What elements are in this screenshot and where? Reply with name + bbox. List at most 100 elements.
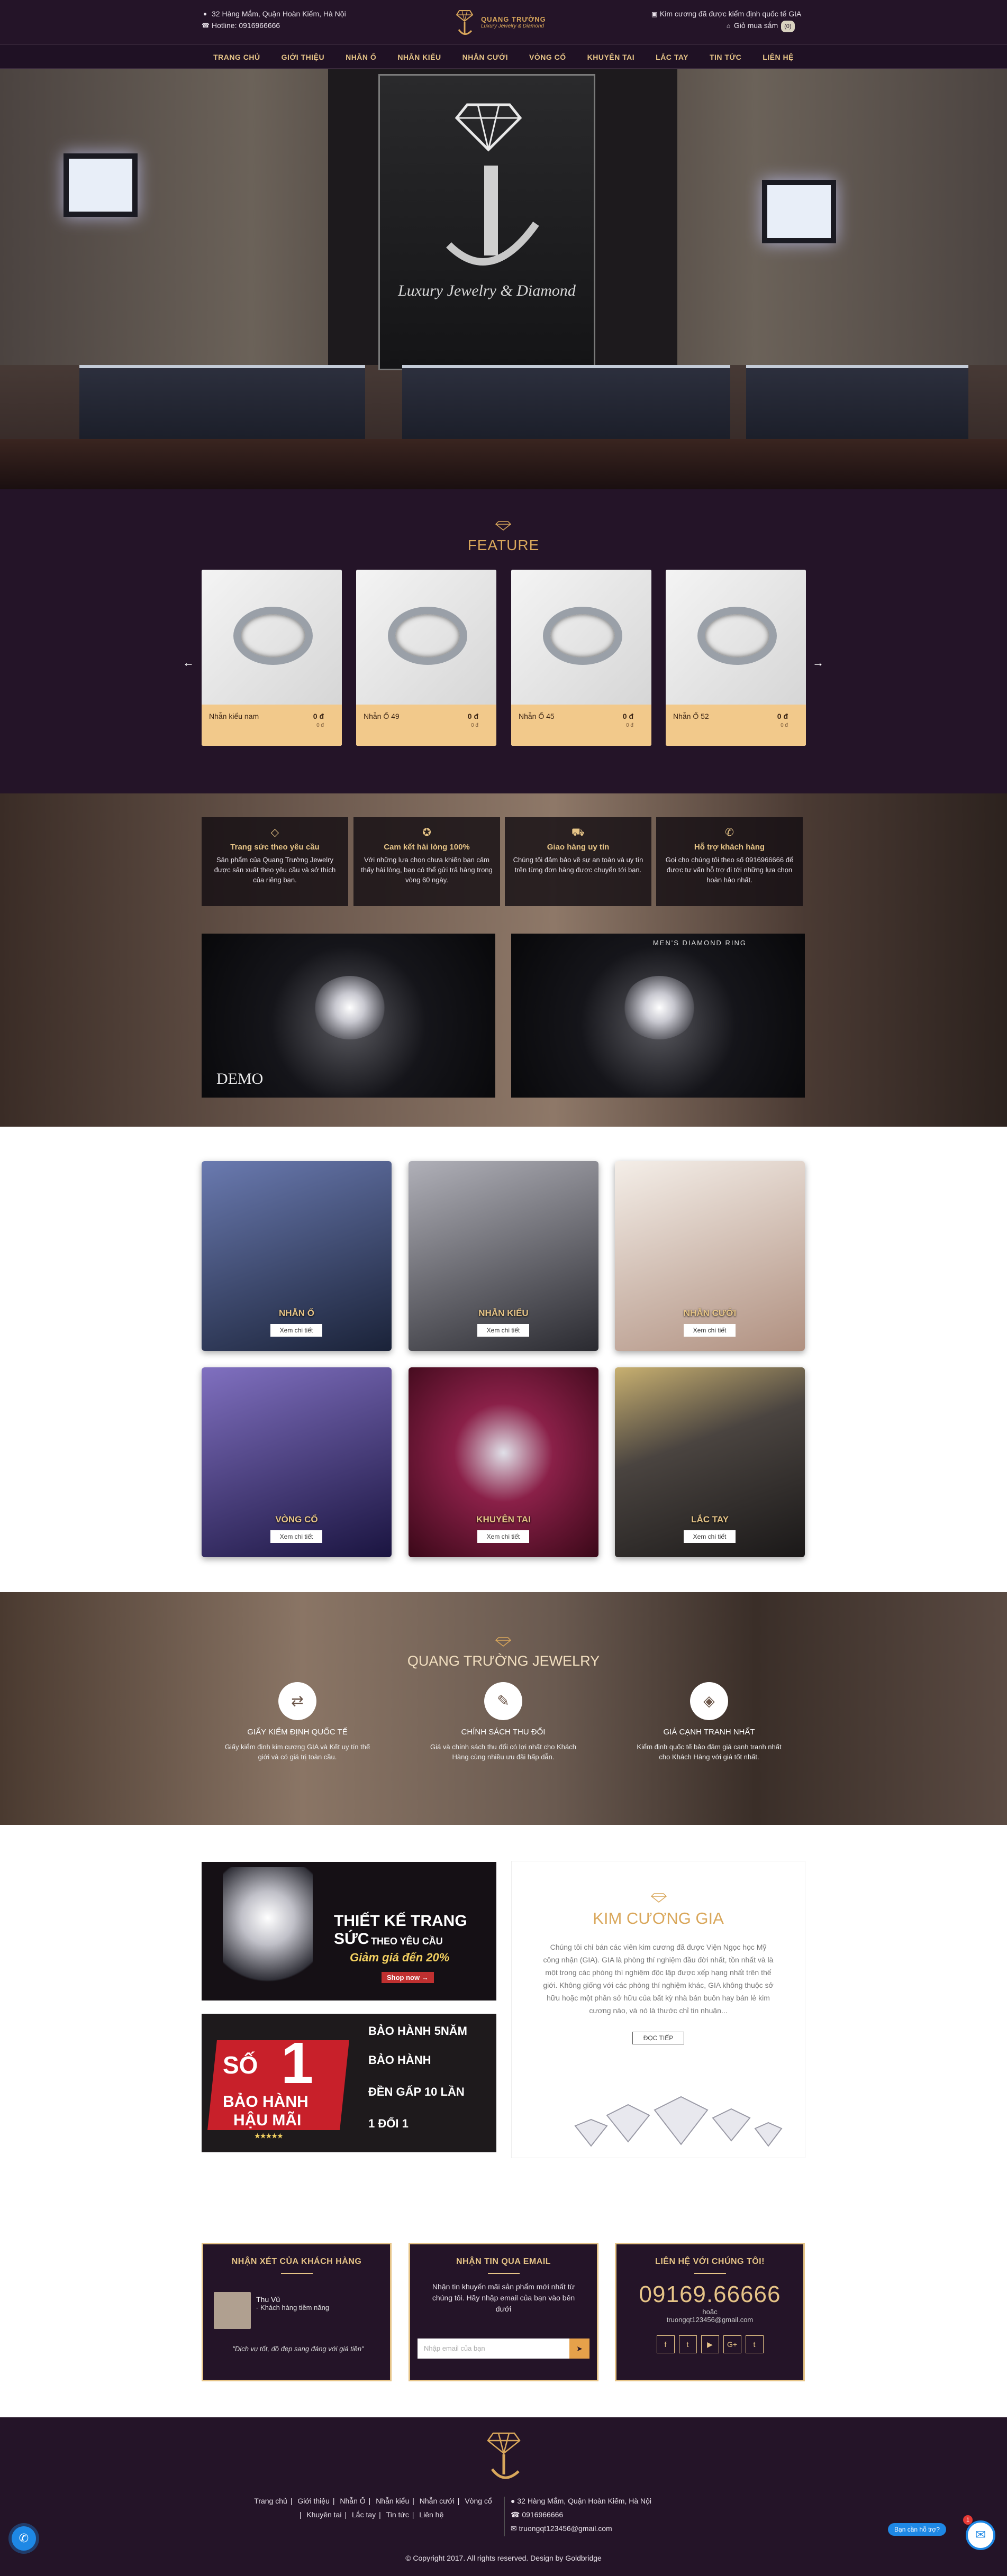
- nav-nhan-o[interactable]: NHẪN Ố: [335, 53, 387, 61]
- nav-nhan-cuoi[interactable]: NHẪN CƯỚI: [452, 53, 519, 61]
- category-name: VÒNG CỔ: [275, 1514, 318, 1524]
- brand-monogram-icon: [446, 166, 539, 266]
- about-feature-desc: Giấy kiểm định kim cương GIA và Kết uy t…: [224, 1743, 370, 1761]
- view-detail-button[interactable]: Xem chi tiết: [270, 1530, 322, 1543]
- footer-link[interactable]: Nhẫn Ố: [340, 2497, 365, 2505]
- read-more-button[interactable]: ĐỌC TIẾP: [632, 2032, 685, 2044]
- nav-nhan-kieu[interactable]: NHẪN KIỂU: [387, 53, 451, 61]
- category-card[interactable]: LẮC TAY Xem chi tiết: [615, 1367, 805, 1557]
- category-card[interactable]: NHẪN KIỂU Xem chi tiết: [409, 1161, 598, 1351]
- category-name: NHẪN CƯỚI: [683, 1308, 737, 1318]
- brand-logo[interactable]: QUANG TRƯỜNG Luxury Jewelry & Diamond: [452, 3, 558, 41]
- footer-link[interactable]: Vòng cổ: [465, 2497, 492, 2505]
- product-name[interactable]: Nhẫn Ố 49: [364, 712, 400, 720]
- custom-design-banner[interactable]: THIẾT KẾ TRANG SỨC THEO YÊU CẦU Giảm giá…: [202, 1862, 496, 2000]
- category-card[interactable]: NHẪN CƯỚI Xem chi tiết: [615, 1161, 805, 1351]
- footer-logo-icon[interactable]: [476, 2428, 531, 2486]
- footer-link[interactable]: Liên hệ: [419, 2510, 443, 2519]
- subscribe-button[interactable]: ➤: [569, 2339, 589, 2359]
- product-card[interactable]: Nhẫn Ố 52 0 đ 0 đ: [666, 570, 806, 746]
- nav-home[interactable]: TRANG CHỦ: [203, 53, 271, 61]
- category-card[interactable]: NHẪN Ố Xem chi tiết: [202, 1161, 392, 1351]
- truck-icon: ⛟: [571, 827, 585, 838]
- tumblr-icon[interactable]: t: [745, 2335, 764, 2353]
- diamonds-image: [574, 2096, 783, 2147]
- ring-image: [313, 976, 387, 1039]
- view-detail-button[interactable]: Xem chi tiết: [477, 1324, 529, 1337]
- product-card[interactable]: Nhẫn Ố 49 0 đ 0 đ: [356, 570, 496, 746]
- messenger-button[interactable]: ✉: [966, 2520, 995, 2550]
- nav-lac-tay[interactable]: LẮC TAY: [645, 53, 699, 61]
- hero-banner: Luxury Jewelry & Diamond: [0, 69, 1007, 489]
- cart-link[interactable]: Giỏ mua sắm: [734, 21, 778, 30]
- facebook-icon[interactable]: f: [656, 2335, 675, 2353]
- footer-link[interactable]: Nhẫn cưới: [420, 2497, 455, 2505]
- newsletter-box: NHẬN TIN QUA EMAIL Nhận tin khuyến mãi s…: [409, 2243, 598, 2381]
- footer-phone[interactable]: 0916966666: [522, 2510, 563, 2519]
- nav-news[interactable]: TIN TỨC: [699, 53, 752, 61]
- carousel-prev-button[interactable]: ←: [183, 656, 194, 670]
- chat-tooltip[interactable]: Bạn cần hỗ trợ?: [888, 2523, 946, 2536]
- carousel-next-button[interactable]: →: [812, 656, 824, 670]
- footer-link[interactable]: Khuyên tai: [306, 2510, 341, 2519]
- certificate-icon: ▣: [651, 11, 658, 18]
- product-name[interactable]: Nhẫn Ố 52: [673, 712, 709, 720]
- copyright: © Copyright 2017. All rights reserved. D…: [405, 2554, 602, 2562]
- contact-phone[interactable]: 09169.66666: [616, 2281, 803, 2308]
- view-detail-button[interactable]: Xem chi tiết: [477, 1530, 529, 1543]
- contact-email[interactable]: truongqt123456@gmail.com: [616, 2316, 803, 2324]
- footer-link[interactable]: Giới thiệu: [297, 2497, 330, 2505]
- gem-icon: [651, 1893, 667, 1903]
- product-card[interactable]: Nhẫn kiểu nam 0 đ 0 đ: [202, 570, 342, 746]
- ring-image: [622, 976, 696, 1039]
- footer-link[interactable]: Tin tức: [386, 2510, 409, 2519]
- gia-diamond-box: KIM CƯƠNG GIA Chúng tôi chỉ bán các viên…: [511, 1861, 805, 2158]
- newsletter-title: NHẬN TIN QUA EMAIL: [456, 2257, 551, 2266]
- avatar: [214, 2292, 251, 2329]
- email-input[interactable]: Nhập email của bạn: [418, 2339, 569, 2359]
- hero-floor: [0, 439, 1007, 489]
- footer-link[interactable]: Nhẫn kiểu: [376, 2497, 409, 2505]
- shop-now-button[interactable]: Shop now →: [382, 1972, 434, 1983]
- product-old-price: 0 đ: [471, 723, 478, 728]
- about-title: QUANG TRƯỜNG JEWELRY: [407, 1653, 600, 1669]
- demo-image[interactable]: MEN'S DIAMOND RING: [511, 934, 805, 1098]
- category-card[interactable]: VÒNG CỔ Xem chi tiết: [202, 1367, 392, 1557]
- view-detail-button[interactable]: Xem chi tiết: [684, 1530, 736, 1543]
- about-section: QUANG TRƯỜNG JEWELRY ⇄ GIẤY KIỂM ĐỊNH QU…: [0, 1592, 1007, 1825]
- google-plus-icon[interactable]: G+: [723, 2335, 741, 2353]
- product-name[interactable]: Nhẫn kiểu nam: [209, 712, 259, 720]
- service-box: ◇ Trang sức theo yêu cầu Sản phẩm của Qu…: [202, 817, 348, 906]
- footer-link[interactable]: Lắc tay: [352, 2510, 376, 2519]
- brooch-image: [223, 1867, 313, 1994]
- services-section: ◇ Trang sức theo yêu cầu Sản phẩm của Qu…: [0, 793, 1007, 1127]
- category-card[interactable]: KHUYÊN TAI Xem chi tiết: [409, 1367, 598, 1557]
- footer-email[interactable]: truongqt123456@gmail.com: [519, 2524, 612, 2533]
- nav-khuyen-tai[interactable]: KHUYÊN TAI: [577, 53, 646, 61]
- warranty-banner[interactable]: SỐ 1 BẢO HÀNH HẬU MÃI ★★★★★ BẢO HÀNH 5NĂ…: [202, 2014, 496, 2152]
- product-name[interactable]: Nhẫn Ố 45: [519, 712, 555, 720]
- brand-tagline: Luxury Jewelry & Diamond: [481, 23, 544, 29]
- youtube-icon[interactable]: ▶: [701, 2335, 719, 2353]
- promo-section: THIẾT KẾ TRANG SỨC THEO YÊU CẦU Giảm giá…: [0, 1825, 1007, 2169]
- nav-about[interactable]: GIỚI THIỆU: [271, 53, 335, 61]
- contact-or: hoặc: [702, 2308, 718, 2316]
- banner2-stars: ★★★★★: [255, 2132, 283, 2140]
- about-feature-desc: Kiểm định quốc tế bảo đảm giá cạnh tranh…: [637, 1743, 782, 1761]
- view-detail-button[interactable]: Xem chi tiết: [684, 1324, 736, 1337]
- diamond-icon: ◇: [270, 827, 279, 838]
- exchange-icon: ⇄: [278, 1682, 316, 1720]
- header-hotline[interactable]: Hotline: 0916966666: [212, 20, 280, 31]
- footer-info: ● 32 Hàng Mắm, Quận Hoàn Kiếm, Hà Nội ☎ …: [511, 2494, 651, 2535]
- nav-contact[interactable]: LIÊN HỆ: [752, 53, 804, 61]
- view-detail-button[interactable]: Xem chi tiết: [270, 1324, 322, 1337]
- twitter-icon[interactable]: t: [678, 2335, 697, 2353]
- demo-video[interactable]: DEMO: [202, 934, 495, 1098]
- call-button[interactable]: ✆: [12, 2526, 36, 2551]
- nav-vong-co[interactable]: VÒNG CỔ: [519, 53, 577, 61]
- hero-sign-text: Luxury Jewelry & Diamond: [398, 282, 576, 299]
- mail-icon: ✉: [511, 2524, 519, 2533]
- banner2-one: 1: [281, 2031, 314, 2096]
- footer-link[interactable]: Trang chủ: [254, 2497, 287, 2505]
- product-card[interactable]: Nhẫn Ố 45 0 đ 0 đ: [511, 570, 651, 746]
